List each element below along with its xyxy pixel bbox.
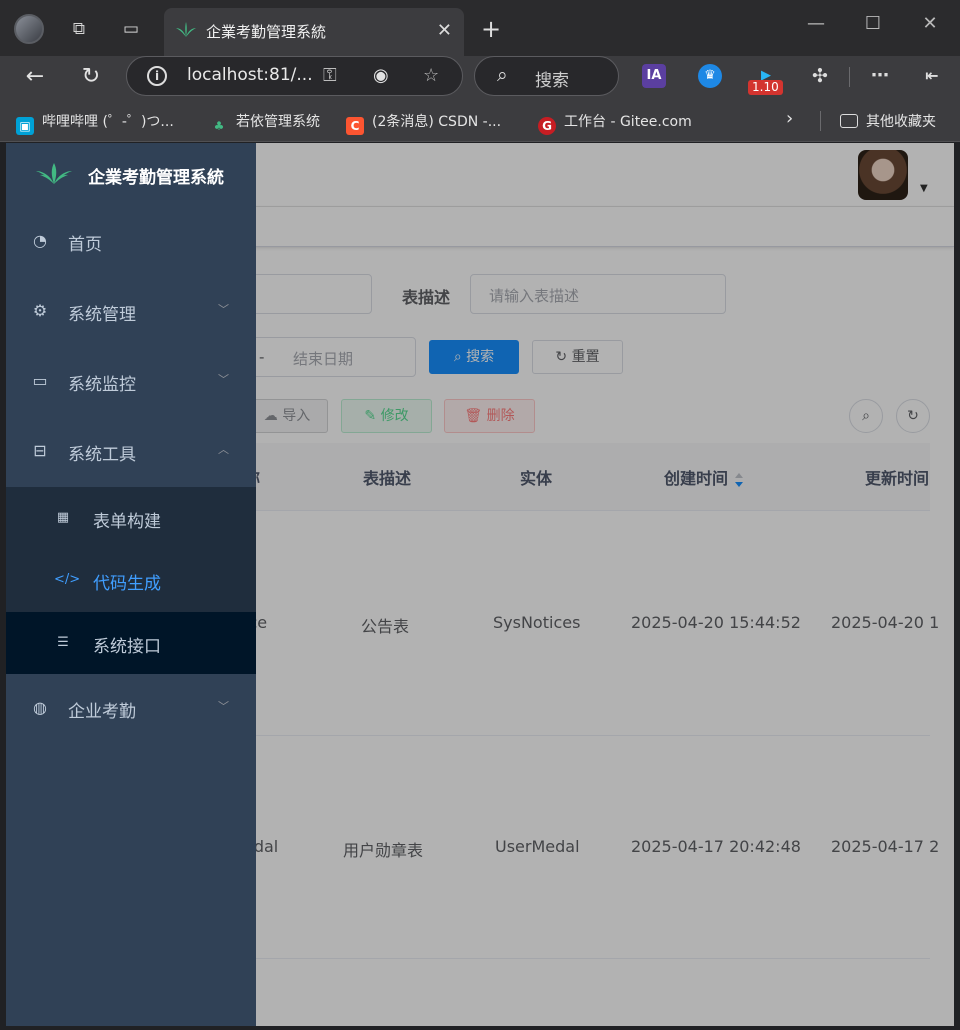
- sidebar: 企業考勤管理系統 ◔ 首页 ⚙ 系统管理 ﹀ ▭ 系统监控 ﹀ ⊟ 系统工具 ︿…: [6, 143, 256, 1026]
- minimize-icon[interactable]: —: [804, 13, 828, 34]
- browser-titlebar: ⧉ ▭ 企業考勤管理系統 ✕ + — ☐ ✕: [0, 0, 960, 56]
- dashboard-icon: ◔: [33, 231, 47, 250]
- close-tab-icon[interactable]: ✕: [437, 20, 452, 41]
- reset-button[interactable]: ↻ 重置: [532, 340, 623, 374]
- search-icon: ⌕: [453, 349, 462, 365]
- bookmarks-divider: [820, 111, 821, 131]
- url-text: localhost:81/...: [187, 65, 313, 85]
- cell-table-desc: 用户勋章表: [343, 841, 424, 860]
- address-bar[interactable]: i localhost:81/... ⚿ ◉ ☆: [126, 56, 463, 96]
- cell-table-desc: 公告表: [361, 617, 410, 636]
- other-favorites[interactable]: 其他收藏夹: [840, 111, 936, 131]
- cell-create-time: 2025-04-17 20:42:48: [631, 837, 801, 856]
- col-create-time[interactable]: 创建时间: [664, 465, 744, 489]
- csdn-icon: C: [346, 117, 364, 135]
- workspaces-icon[interactable]: ⧉: [68, 18, 90, 40]
- bookmarks-more-chevron-icon[interactable]: ›: [786, 108, 793, 129]
- tab-title: 企業考勤管理系統: [206, 23, 327, 41]
- search-button[interactable]: ⌕ 搜索: [429, 340, 519, 374]
- maximize-icon[interactable]: ☐: [861, 13, 885, 34]
- table-desc-label: 表描述: [402, 288, 451, 307]
- cell-update-time: 2025-04-17 2: [831, 837, 940, 856]
- extension-badge: 1.10: [748, 80, 783, 95]
- chevron-up-icon: ︿: [218, 443, 229, 456]
- sort-caret-icon[interactable]: [734, 472, 744, 488]
- sidebar-item-home[interactable]: ◔ 首页: [6, 207, 256, 277]
- sidebar-item-attendance[interactable]: ◍ 企业考勤 ﹀: [6, 674, 256, 744]
- bookmark-bilibili[interactable]: ▣ 哔哩哔哩 (゜-゜)つ...: [16, 111, 174, 135]
- ruoyi-leaf-icon: [176, 22, 196, 37]
- toggle-search-icon[interactable]: ⌕: [849, 399, 883, 433]
- end-date-placeholder: 结束日期: [293, 350, 354, 368]
- cell-create-time: 2025-04-20 15:44:52: [631, 613, 801, 632]
- cell-entity: UserMedal: [495, 837, 580, 856]
- system-tools-submenu: ▦ 表单构建 </> 代码生成 ☰ 系统接口: [6, 487, 256, 674]
- refresh-icon: ↻: [555, 349, 568, 365]
- sliders-icon: ☰: [57, 635, 69, 650]
- refresh-table-icon[interactable]: ↻: [896, 399, 930, 433]
- refresh-icon[interactable]: ↻: [78, 64, 104, 90]
- col-update-time: 更新时间: [865, 469, 930, 488]
- browser-search-box[interactable]: ⌕ 搜索: [474, 56, 619, 96]
- sidebar-title: 企業考勤管理系統: [88, 168, 224, 188]
- edit-button[interactable]: ✎ 修改: [341, 399, 432, 433]
- logo-leaf-icon: [36, 163, 72, 184]
- gitee-icon: G: [538, 117, 556, 135]
- crown-extension-icon[interactable]: ♛: [698, 64, 722, 88]
- profile-avatar[interactable]: [14, 14, 44, 44]
- chevron-down-icon: ﹀: [218, 700, 229, 713]
- key-icon[interactable]: ⚿: [323, 65, 337, 86]
- sidebar-toggle-icon[interactable]: ⇤: [920, 64, 944, 88]
- bookmark-gitee[interactable]: G 工作台 - Gitee.com: [538, 111, 692, 135]
- trash-icon: 🗑: [464, 408, 483, 424]
- gear-icon: ⚙: [32, 301, 48, 320]
- folder-icon: [840, 114, 858, 128]
- browser-search-placeholder: 搜索: [535, 71, 569, 91]
- more-menu-icon[interactable]: ⋯: [868, 64, 892, 88]
- browser-toolbar: ← ↻ i localhost:81/... ⚿ ◉ ☆ ⌕ 搜索 IA ♛ ▶…: [0, 56, 960, 100]
- cell-entity: SysNotices: [493, 613, 581, 632]
- sidebar-item-form-builder[interactable]: ▦ 表单构建: [6, 487, 256, 549]
- search-icon: ⌕: [497, 64, 508, 86]
- bookmark-csdn[interactable]: C (2条消息) CSDN -...: [346, 111, 501, 135]
- sidebar-item-system-api[interactable]: ☰ 系统接口: [6, 612, 256, 674]
- sidebar-item-system-admin[interactable]: ⚙ 系统管理 ﹀: [6, 277, 256, 347]
- ruoyi-leaf-icon: ♣: [213, 119, 225, 133]
- browser-tab-active[interactable]: 企業考勤管理系統 ✕: [164, 8, 464, 56]
- table-desc-input[interactable]: 请输入表描述: [470, 274, 726, 314]
- sidebar-item-system-monitor[interactable]: ▭ 系统监控 ﹀: [6, 347, 256, 417]
- extensions-puzzle-icon[interactable]: ✣: [808, 64, 832, 88]
- col-entity: 实体: [520, 469, 553, 488]
- bookmark-ruoyi[interactable]: ♣ 若依管理系统: [210, 111, 320, 135]
- date-separator: -: [259, 348, 265, 366]
- toolbar-divider: [849, 67, 850, 87]
- chevron-down-icon: ﹀: [218, 373, 229, 386]
- col-table-desc: 表描述: [363, 469, 412, 488]
- chevron-down-icon: ﹀: [218, 303, 229, 316]
- favorite-star-icon[interactable]: ☆: [423, 65, 439, 86]
- back-icon[interactable]: ←: [22, 64, 48, 90]
- user-avatar[interactable]: [858, 150, 908, 200]
- edge-icon[interactable]: ◉: [373, 65, 389, 86]
- new-tab-icon[interactable]: +: [480, 15, 502, 43]
- sidebar-item-system-tools[interactable]: ⊟ 系统工具 ︿: [6, 417, 256, 487]
- sidebar-item-code-gen[interactable]: </> 代码生成: [6, 549, 256, 611]
- edit-icon: ✎: [364, 408, 377, 424]
- bilibili-icon: ▣: [16, 117, 34, 135]
- window-close-icon[interactable]: ✕: [918, 13, 942, 34]
- ia-extension-icon[interactable]: IA: [642, 64, 666, 88]
- globe-icon: ◍: [33, 698, 47, 717]
- code-icon: </>: [54, 572, 81, 587]
- caret-down-icon[interactable]: ▼: [920, 183, 928, 194]
- info-icon[interactable]: i: [147, 66, 167, 86]
- toolbox-icon: ⊟: [33, 441, 47, 460]
- delete-button[interactable]: 🗑 删除: [444, 399, 535, 433]
- form-grid-icon: ▦: [56, 510, 70, 525]
- bookmarks-bar: ▣ 哔哩哔哩 (゜-゜)つ... ♣ 若依管理系统 C (2条消息) CSDN -..…: [0, 100, 960, 142]
- tab-actions-icon[interactable]: ▭: [120, 18, 142, 40]
- monitor-icon: ▭: [32, 371, 48, 390]
- cell-update-time: 2025-04-20 1: [831, 613, 940, 632]
